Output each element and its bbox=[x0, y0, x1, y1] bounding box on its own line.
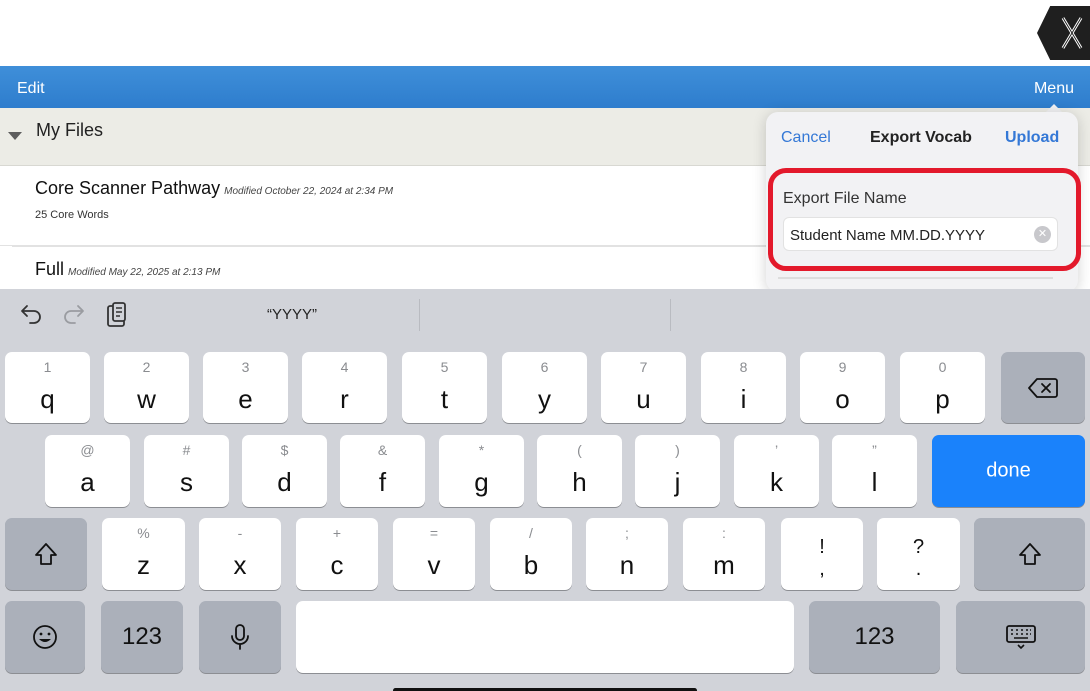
key-o[interactable]: 9o bbox=[800, 352, 885, 423]
cancel-button[interactable]: Cancel bbox=[781, 129, 831, 147]
done-label: done bbox=[986, 459, 1031, 482]
divider bbox=[670, 299, 671, 331]
undo-icon[interactable] bbox=[19, 301, 43, 330]
redo-icon[interactable] bbox=[62, 301, 86, 330]
key-q[interactable]: 1q bbox=[5, 352, 90, 423]
key-d[interactable]: $ d bbox=[242, 435, 327, 507]
key-v[interactable]: = v bbox=[393, 518, 475, 590]
keyboard-toolbar: “YYYY” bbox=[0, 289, 1090, 341]
key-s[interactable]: # s bbox=[144, 435, 229, 507]
onscreen-keyboard: “YYYY” 1q 2w 3e 4r 5t 6y 7u 8i 9o 0p @ a … bbox=[0, 289, 1090, 691]
file-subtitle: 25 Core Words bbox=[35, 209, 109, 221]
numbers-label: 123 bbox=[854, 623, 895, 650]
file-name: Core Scanner Pathway bbox=[35, 178, 221, 198]
suggestion-yyyy[interactable]: “YYYY” bbox=[267, 306, 317, 323]
edit-button[interactable]: Edit bbox=[17, 80, 45, 98]
key-t[interactable]: 5t bbox=[402, 352, 487, 423]
key-l[interactable]: ” l bbox=[832, 435, 917, 507]
key-exclamation-comma[interactable]: !, bbox=[781, 518, 863, 590]
space-bar[interactable] bbox=[296, 601, 794, 673]
divider bbox=[778, 277, 1053, 279]
divider bbox=[419, 299, 420, 331]
key-b[interactable]: / b bbox=[490, 518, 572, 590]
key-j[interactable]: ) j bbox=[635, 435, 720, 507]
shift-icon bbox=[35, 543, 57, 565]
key-u[interactable]: 7u bbox=[601, 352, 686, 423]
paste-icon[interactable] bbox=[105, 301, 131, 334]
emoji-icon bbox=[33, 625, 57, 649]
key-question-period[interactable]: ?. bbox=[877, 518, 960, 590]
close-icon bbox=[1061, 17, 1083, 49]
disclosure-triangle-icon[interactable] bbox=[8, 132, 22, 140]
key-a[interactable]: @ a bbox=[45, 435, 130, 507]
highlight-annotation bbox=[768, 168, 1081, 271]
section-title: My Files bbox=[36, 120, 103, 140]
key-n[interactable]: ; n bbox=[586, 518, 668, 590]
key-c[interactable]: + c bbox=[296, 518, 378, 590]
shift-icon bbox=[1018, 543, 1041, 565]
file-modified: Modified October 22, 2024 at 2:34 PM bbox=[224, 186, 394, 197]
numbers-key-right[interactable]: 123 bbox=[809, 601, 940, 673]
key-f[interactable]: & f bbox=[340, 435, 425, 507]
shift-key-left[interactable] bbox=[5, 518, 87, 590]
done-key[interactable]: done bbox=[932, 435, 1085, 507]
microphone-icon bbox=[231, 624, 249, 650]
backspace-icon bbox=[1028, 377, 1058, 398]
key-k[interactable]: ’ k bbox=[734, 435, 819, 507]
key-e[interactable]: 3e bbox=[203, 352, 288, 423]
numbers-key-left[interactable]: 123 bbox=[101, 601, 183, 673]
screen: Edit Menu My Files Core Scanner Pathway M… bbox=[0, 0, 1090, 691]
upload-button[interactable]: Upload bbox=[1005, 129, 1059, 147]
emoji-key[interactable] bbox=[5, 601, 85, 673]
key-p[interactable]: 0p bbox=[900, 352, 985, 423]
key-i[interactable]: 8i bbox=[701, 352, 786, 423]
hide-keyboard-key[interactable] bbox=[956, 601, 1085, 673]
dictation-key[interactable] bbox=[199, 601, 281, 673]
key-x[interactable]: -x bbox=[199, 518, 281, 590]
delete-key[interactable] bbox=[1001, 352, 1085, 423]
key-r[interactable]: 4r bbox=[302, 352, 387, 423]
numbers-label: 123 bbox=[121, 623, 163, 650]
keyboard-dismiss-icon bbox=[1005, 625, 1036, 650]
menu-button[interactable]: Menu bbox=[1034, 80, 1074, 98]
popover-title: Export Vocab bbox=[870, 129, 972, 146]
key-h[interactable]: (h bbox=[537, 435, 622, 507]
key-w[interactable]: 2w bbox=[104, 352, 189, 423]
file-name: Full bbox=[35, 259, 65, 279]
key-m[interactable]: :m bbox=[683, 518, 765, 590]
key-y[interactable]: 6y bbox=[502, 352, 587, 423]
app-toolbar: Edit Menu bbox=[0, 66, 1090, 108]
file-modified: Modified May 22, 2025 at 2:13 PM bbox=[68, 267, 221, 278]
shift-key-right[interactable] bbox=[974, 518, 1085, 590]
key-z[interactable]: % z bbox=[102, 518, 185, 590]
top-area bbox=[0, 0, 1090, 66]
key-g[interactable]: * g bbox=[439, 435, 524, 507]
